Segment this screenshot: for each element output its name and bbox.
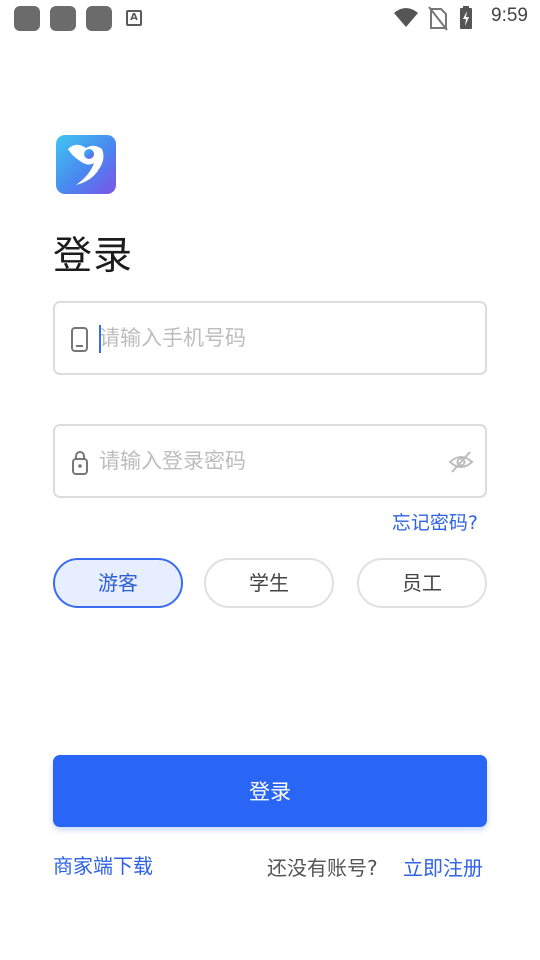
- wifi-icon: [394, 8, 418, 27]
- login-button[interactable]: 登录: [53, 755, 487, 827]
- role-student-button[interactable]: 学生: [204, 558, 334, 608]
- app-logo: [56, 135, 116, 194]
- font-notification-icon: A: [126, 10, 142, 26]
- notification-icon: [86, 6, 112, 31]
- battery-charging-icon: [460, 6, 472, 29]
- role-staff-button[interactable]: 员工: [357, 558, 487, 608]
- phone-icon: [71, 327, 88, 352]
- password-field[interactable]: [53, 424, 487, 498]
- password-input[interactable]: [99, 426, 439, 496]
- text-cursor: [99, 325, 101, 353]
- clock-time: 9:59: [491, 5, 528, 26]
- merchant-download-link[interactable]: 商家端下载: [53, 850, 153, 879]
- page-title: 登录: [53, 234, 134, 279]
- lock-icon: [72, 451, 88, 475]
- no-sim-icon: [428, 6, 448, 31]
- notification-icon: [50, 6, 76, 31]
- forgot-password-link[interactable]: 忘记密码?: [392, 508, 478, 535]
- notification-icon: [14, 6, 40, 31]
- hide-password-icon[interactable]: [447, 448, 475, 476]
- phone-field[interactable]: [53, 301, 487, 375]
- phone-input[interactable]: [99, 303, 439, 373]
- role-visitor-button[interactable]: 游客: [53, 558, 183, 608]
- status-bar: A 9:59: [0, 0, 540, 38]
- role-selector: 游客 学生 员工: [53, 558, 487, 608]
- no-account-text: 还没有账号?: [267, 856, 378, 880]
- register-link[interactable]: 立即注册: [403, 852, 483, 881]
